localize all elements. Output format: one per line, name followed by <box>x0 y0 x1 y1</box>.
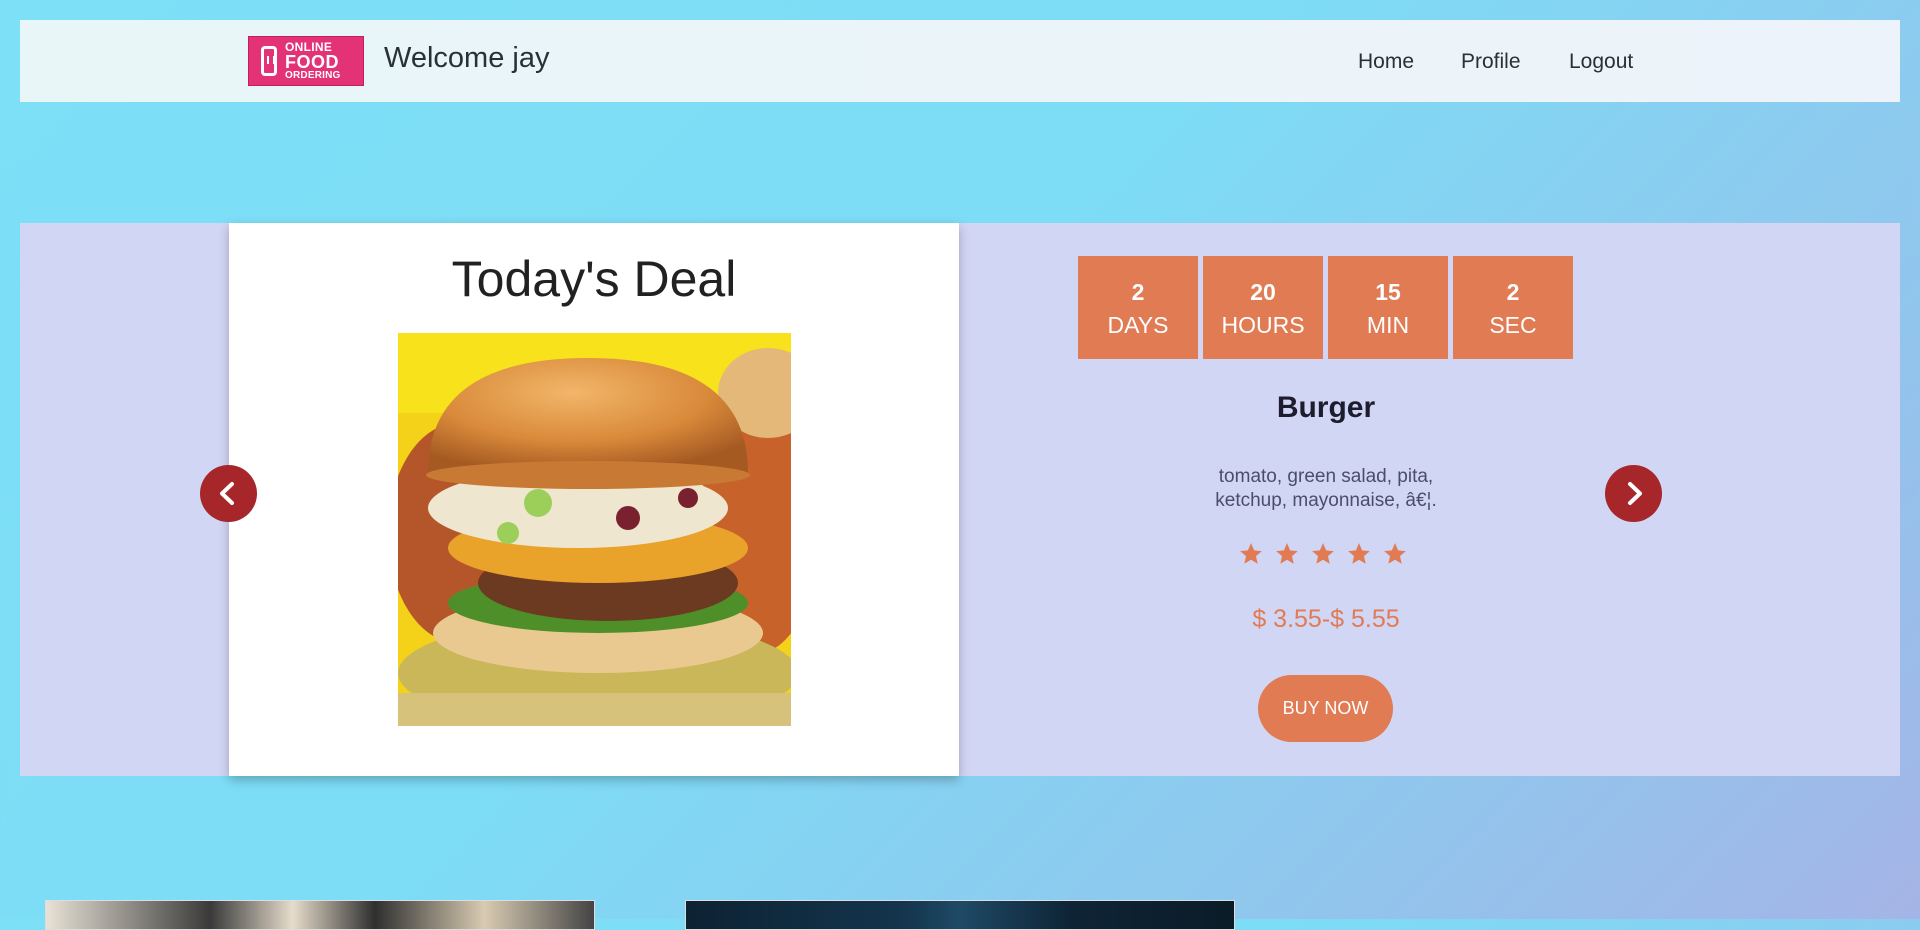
logo-text-line2: FOOD <box>285 52 339 72</box>
buy-now-button[interactable]: BUY NOW <box>1258 675 1393 742</box>
countdown-min-label: MIN <box>1366 312 1410 338</box>
star-icon <box>1384 543 1406 564</box>
star-icon <box>1312 543 1334 564</box>
nav-home-link[interactable]: Home <box>1358 48 1414 76</box>
logo-text-line3: ORDERING <box>285 70 341 81</box>
deal-title: Today's Deal <box>451 251 737 307</box>
product-description-line2: ketchup, mayonnaise, â€¦. <box>1215 490 1437 511</box>
product-description-line1: tomato, green salad, pita, <box>1218 466 1434 487</box>
countdown-sec: 2 SEC <box>1453 256 1573 359</box>
star-icon <box>1348 543 1370 564</box>
countdown-days-value: 2 <box>1131 279 1145 305</box>
countdown-hours-value: 20 <box>1250 279 1276 305</box>
star-icon <box>1240 543 1262 564</box>
countdown-hours-label: HOURS <box>1221 312 1305 338</box>
rating-stars <box>1238 541 1418 571</box>
phone-icon <box>261 46 277 76</box>
star-icon <box>1276 543 1298 564</box>
product-description: tomato, green salad, pita, ketchup, mayo… <box>1176 465 1476 513</box>
navbar: ONLINE FOOD ORDERING Welcome jay Home Pr… <box>20 20 1900 102</box>
countdown-min-value: 15 <box>1375 279 1401 305</box>
countdown-sec-value: 2 <box>1506 279 1520 305</box>
product-name: Burger <box>1276 391 1376 424</box>
countdown-days-label: DAYS <box>1107 312 1169 338</box>
food-card-1[interactable] <box>45 900 595 930</box>
countdown-sec-label: SEC <box>1489 312 1537 338</box>
welcome-text: Welcome jay <box>384 42 550 74</box>
logo[interactable]: ONLINE FOOD ORDERING <box>248 36 364 86</box>
carousel-prev-button[interactable] <box>200 465 257 522</box>
countdown-min: 15 MIN <box>1328 256 1448 359</box>
food-card-2[interactable] <box>685 900 1235 930</box>
carousel-next-button[interactable] <box>1605 465 1662 522</box>
deal-card: Today's Deal <box>229 223 959 776</box>
nav-logout-link[interactable]: Logout <box>1569 48 1633 76</box>
product-price: $ 3.55-$ 5.55 <box>1252 605 1400 633</box>
countdown-days: 2 DAYS <box>1078 256 1198 359</box>
chevron-left-icon <box>220 482 234 505</box>
chevron-right-icon <box>1628 482 1642 505</box>
burger-image <box>398 333 791 726</box>
nav-profile-link[interactable]: Profile <box>1461 48 1521 76</box>
countdown-hours: 20 HOURS <box>1203 256 1323 359</box>
